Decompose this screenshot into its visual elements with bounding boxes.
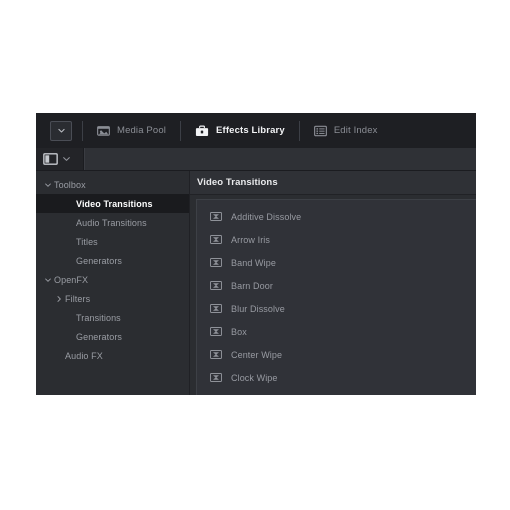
effects-list[interactable]: Additive Dissolve Arrow Iris Band Wipe Barn… <box>196 199 476 395</box>
list-item[interactable]: Barn Door <box>197 274 476 297</box>
screenshot-root: Media Pool Effects Library Edit Index To… <box>0 0 510 510</box>
effects-library-icon <box>195 125 209 137</box>
edit-index-icon <box>313 125 327 137</box>
transition-icon <box>210 350 222 359</box>
effects-tree-sidebar: Toolbox Video Transitions Audio Transition… <box>36 171 190 395</box>
sidebar-item-label: Filters <box>65 293 91 304</box>
transition-icon <box>210 235 222 244</box>
sidebar-item-generators[interactable]: Generators <box>36 251 189 270</box>
panel-sub-toolbar-filler <box>84 148 476 170</box>
panel-layout-controls <box>36 148 84 170</box>
panel-body: Toolbox Video Transitions Audio Transition… <box>36 171 476 395</box>
sidebar-item-filters[interactable]: Filters <box>36 289 189 308</box>
list-item[interactable]: Center Wipe <box>197 343 476 366</box>
sidebar-item-openfx[interactable]: OpenFX <box>36 270 189 289</box>
panel-tab-bar: Media Pool Effects Library Edit Index <box>36 113 476 148</box>
transition-icon <box>210 212 222 221</box>
tab-edit-index[interactable]: Edit Index <box>310 113 382 148</box>
tab-label: Edit Index <box>333 125 378 136</box>
list-item-label: Blur Dissolve <box>231 303 285 314</box>
list-item[interactable]: Blur Dissolve <box>197 297 476 320</box>
list-item-label: Barn Door <box>231 280 273 291</box>
panel-menu-button[interactable] <box>50 120 72 141</box>
list-item-label: Band Wipe <box>231 257 276 268</box>
sidebar-item-audio-fx[interactable]: Audio FX <box>36 346 189 365</box>
panel-layout-icon <box>43 153 58 165</box>
sidebar-item-generators[interactable]: Generators <box>36 327 189 346</box>
list-item-label: Clock Wipe <box>231 372 278 383</box>
chevron-down-icon <box>63 157 70 161</box>
panel-sub-toolbar <box>36 148 476 171</box>
list-item[interactable]: Band Wipe <box>197 251 476 274</box>
list-item[interactable]: Arrow Iris <box>197 228 476 251</box>
content-header: Video Transitions <box>190 171 476 195</box>
tab-effects-library[interactable]: Effects Library <box>191 113 289 148</box>
sidebar-item-label: OpenFX <box>54 274 89 285</box>
tabbar-divider-3 <box>298 120 300 141</box>
transition-icon <box>210 281 222 290</box>
list-item-label: Additive Dissolve <box>231 211 302 222</box>
sidebar-item-label: Audio Transitions <box>76 217 147 228</box>
chevron-down-icon[interactable] <box>42 276 54 284</box>
tab-label: Media Pool <box>117 125 167 136</box>
panel-layout-button[interactable] <box>43 153 58 165</box>
sidebar-item-audio-transitions[interactable]: Audio Transitions <box>36 213 189 232</box>
list-item-label: Box <box>231 326 247 337</box>
list-item[interactable]: Additive Dissolve <box>197 205 476 228</box>
tabbar-divider-1 <box>82 120 83 141</box>
panel-layout-dropdown[interactable] <box>62 155 71 163</box>
transition-icon <box>210 373 222 382</box>
page-title: Video Transitions <box>197 177 278 188</box>
sidebar-item-label: Video Transitions <box>76 198 153 209</box>
effects-content-panel: Video Transitions Additive Dissolve Arrow… <box>190 171 476 395</box>
effects-list-wrapper: Additive Dissolve Arrow Iris Band Wipe Barn… <box>190 195 476 395</box>
tab-label: Effects Library <box>216 125 285 136</box>
list-item[interactable]: Box <box>197 320 476 343</box>
list-item[interactable]: Clock Wipe <box>197 366 476 389</box>
sidebar-item-titles[interactable]: Titles <box>36 232 189 251</box>
transition-icon <box>210 258 222 267</box>
list-item-label: Center Wipe <box>231 349 283 360</box>
sidebar-item-toolbox[interactable]: Toolbox <box>36 175 189 194</box>
tabbar-divider-2 <box>180 120 182 141</box>
chevron-right-icon[interactable] <box>53 295 65 303</box>
tab-media-pool[interactable]: Media Pool <box>93 113 170 148</box>
media-pool-icon <box>97 125 110 136</box>
sidebar-item-label: Generators <box>76 255 123 266</box>
sidebar-item-label: Titles <box>76 236 98 247</box>
chevron-down-icon <box>57 128 65 133</box>
sidebar-item-label: Audio FX <box>65 350 103 361</box>
sidebar-item-label: Transitions <box>76 312 121 323</box>
effects-library-window: Media Pool Effects Library Edit Index To… <box>36 113 476 395</box>
transition-icon <box>210 327 222 336</box>
sidebar-item-transitions[interactable]: Transitions <box>36 308 189 327</box>
transition-icon <box>210 304 222 313</box>
effects-tree: Toolbox Video Transitions Audio Transition… <box>36 175 189 365</box>
sidebar-item-video-transitions[interactable]: Video Transitions <box>36 194 189 213</box>
chevron-down-icon[interactable] <box>42 181 54 189</box>
sidebar-item-label: Toolbox <box>54 179 86 190</box>
sidebar-item-label: Generators <box>76 331 123 342</box>
list-item-label: Arrow Iris <box>231 234 270 245</box>
